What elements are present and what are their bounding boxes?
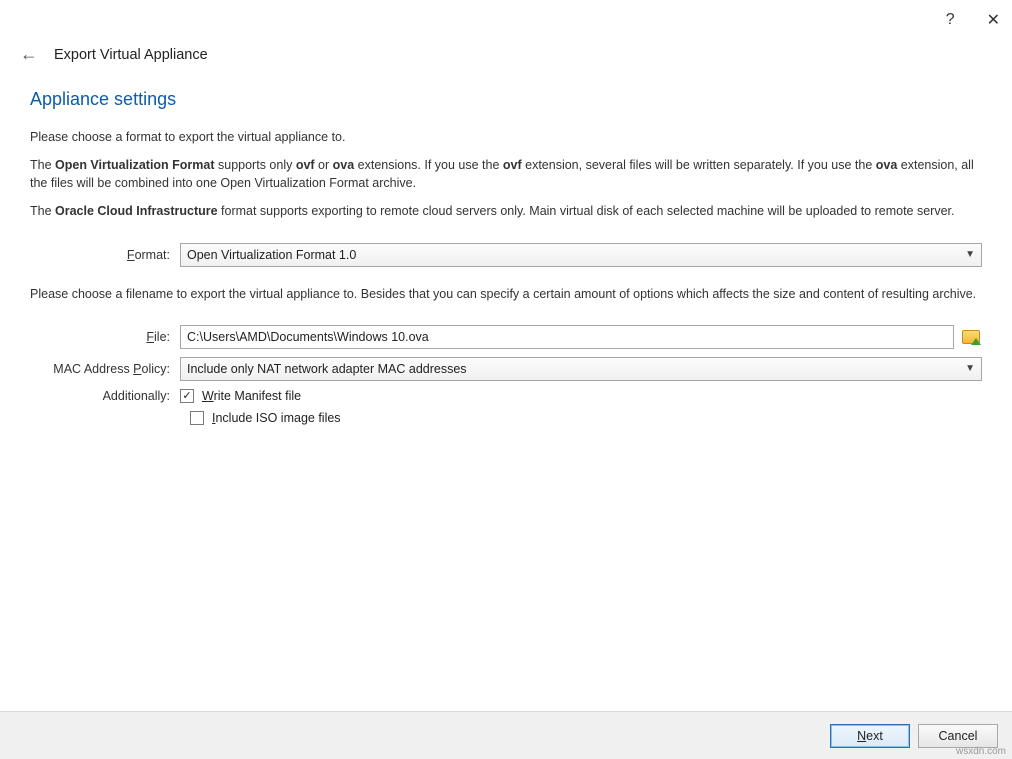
wizard-title: Export Virtual Appliance xyxy=(54,47,208,63)
cancel-button[interactable]: Cancel xyxy=(918,724,998,748)
page-heading: Appliance settings xyxy=(30,89,982,110)
wizard-footer: Next Cancel xyxy=(0,711,1012,759)
write-manifest-label: Write Manifest file xyxy=(202,389,301,403)
additionally-row: Additionally: ✓ Write Manifest file xyxy=(30,389,982,403)
titlebar: ? ✕ xyxy=(0,0,1012,40)
folder-open-icon xyxy=(962,330,980,344)
text-bold: ova xyxy=(876,158,898,172)
file-section: File: C:\Users\AMD\Documents\Windows 10.… xyxy=(30,325,982,425)
intro-paragraph-2: The Open Virtualization Format supports … xyxy=(30,156,982,192)
close-icon[interactable]: ✕ xyxy=(987,10,1000,30)
text: The xyxy=(30,204,55,218)
format-select[interactable]: Open Virtualization Format 1.0 ▼ xyxy=(180,243,982,267)
back-arrow-icon[interactable]: ← xyxy=(20,44,38,65)
mac-policy-row: MAC Address Policy: Include only NAT net… xyxy=(30,357,982,381)
intro-paragraph-4: Please choose a filename to export the v… xyxy=(30,285,982,303)
chevron-down-icon: ▼ xyxy=(959,249,975,260)
format-row: Format: Open Virtualization Format 1.0 ▼ xyxy=(30,243,982,267)
write-manifest-checkbox[interactable]: ✓ xyxy=(180,389,194,403)
include-iso-checkbox[interactable] xyxy=(190,411,204,425)
text-bold: ova xyxy=(333,158,355,172)
page-content: Appliance settings Please choose a forma… xyxy=(0,89,1012,425)
mac-policy-value: Include only NAT network adapter MAC add… xyxy=(187,362,467,376)
help-icon[interactable]: ? xyxy=(946,11,955,29)
format-label: Format: xyxy=(30,248,180,262)
mac-policy-label: MAC Address Policy: xyxy=(30,362,180,376)
additionally-label: Additionally: xyxy=(30,389,180,403)
next-button[interactable]: Next xyxy=(830,724,910,748)
text: extensions. If you use the xyxy=(354,158,503,172)
chevron-down-icon: ▼ xyxy=(959,363,975,374)
format-section: Format: Open Virtualization Format 1.0 ▼ xyxy=(30,243,982,267)
file-value: C:\Users\AMD\Documents\Windows 10.ova xyxy=(187,330,429,344)
text-bold: ovf xyxy=(503,158,522,172)
file-row: File: C:\Users\AMD\Documents\Windows 10.… xyxy=(30,325,982,349)
intro-paragraph-3: The Oracle Cloud Infrastructure format s… xyxy=(30,202,982,220)
text-bold: ovf xyxy=(296,158,315,172)
text: The xyxy=(30,158,55,172)
text: or xyxy=(315,158,333,172)
text-bold: Oracle Cloud Infrastructure xyxy=(55,204,218,218)
text-bold: Open Virtualization Format xyxy=(55,158,215,172)
browse-file-button[interactable] xyxy=(960,326,982,348)
text: supports only xyxy=(215,158,296,172)
file-label: File: xyxy=(30,330,180,344)
text: N xyxy=(857,729,866,743)
intro-paragraph-1: Please choose a format to export the vir… xyxy=(30,128,982,146)
text: extension, several files will be written… xyxy=(522,158,876,172)
text: format supports exporting to remote clou… xyxy=(218,204,955,218)
format-value: Open Virtualization Format 1.0 xyxy=(187,248,356,262)
mac-policy-select[interactable]: Include only NAT network adapter MAC add… xyxy=(180,357,982,381)
file-input[interactable]: C:\Users\AMD\Documents\Windows 10.ova xyxy=(180,325,954,349)
include-iso-row: Include ISO image files xyxy=(30,411,982,425)
include-iso-label: Include ISO image files xyxy=(212,411,341,425)
text: ext xyxy=(866,729,883,743)
wizard-header: ← Export Virtual Appliance xyxy=(0,40,1012,77)
